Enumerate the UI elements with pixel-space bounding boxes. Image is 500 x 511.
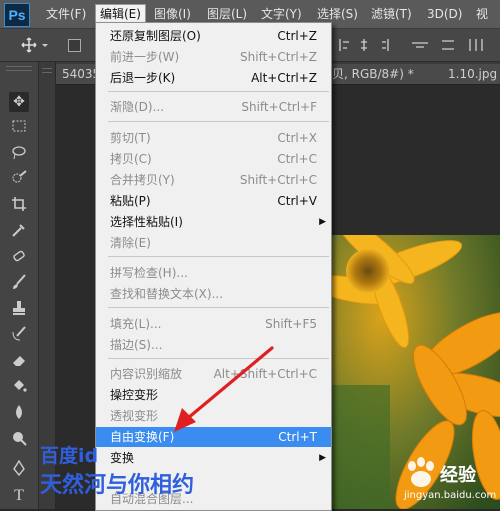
menu-3d[interactable]: 3D(D) xyxy=(423,5,466,24)
jingyan-url: jingyan.baidu.com xyxy=(404,490,497,501)
menu-item-undo[interactable]: 还原复制图层(O) Ctrl+Z xyxy=(96,26,331,46)
blur-tool-icon[interactable] xyxy=(9,404,29,424)
history-brush-tool-icon[interactable] xyxy=(9,326,29,346)
move-tool-icon[interactable] xyxy=(20,36,50,54)
lasso-tool-icon[interactable] xyxy=(9,144,29,164)
submenu-arrow-icon: ▶ xyxy=(319,453,326,463)
healing-brush-tool-icon[interactable] xyxy=(9,248,29,268)
menu-file[interactable]: 文件(F) xyxy=(42,5,90,24)
menu-item-paste[interactable]: 粘贴(P) Ctrl+V xyxy=(96,191,331,211)
tab-540357[interactable]: 540357 xyxy=(56,64,100,84)
type-tool-icon[interactable]: T xyxy=(9,486,29,506)
menu-separator xyxy=(108,121,329,122)
menu-item-paste-special[interactable]: 选择性粘贴(I) ▶ xyxy=(96,212,331,232)
menu-item-step-forward[interactable]: 前进一步(W) Shift+Ctrl+Z xyxy=(96,47,331,67)
menu-item-spell-check[interactable]: 拼写检查(H)... xyxy=(96,263,331,283)
menu-item-step-backward[interactable]: 后退一步(K) Alt+Ctrl+Z xyxy=(96,68,331,88)
brush-tool-icon[interactable] xyxy=(9,274,29,294)
eyedropper-tool-icon[interactable] xyxy=(9,222,29,242)
tools-panel: ✥ T xyxy=(0,62,39,509)
menu-item-copy[interactable]: 拷贝(C) Ctrl+C xyxy=(96,149,331,169)
menu-item-cut[interactable]: 剪切(T) Ctrl+X xyxy=(96,128,331,148)
clone-stamp-tool-icon[interactable] xyxy=(9,300,29,320)
jingyan-logo-text: 经验 xyxy=(440,465,476,486)
strip-grip[interactable] xyxy=(42,68,52,73)
watermark-line-1: 百度id xyxy=(40,445,99,467)
menu-item-fade[interactable]: 渐隐(D)... Shift+Ctrl+F xyxy=(96,97,331,117)
submenu-arrow-icon: ▶ xyxy=(319,217,326,227)
menu-item-fill[interactable]: 填充(L)... Shift+F5 xyxy=(96,314,331,334)
paint-bucket-tool-icon[interactable] xyxy=(9,378,29,398)
marquee-tool-icon[interactable] xyxy=(9,118,29,138)
menu-view[interactable]: 视 xyxy=(472,5,492,24)
menu-item-copy-merged[interactable]: 合并拷贝(Y) Shift+Ctrl+C xyxy=(96,170,331,190)
tab-1-10-jpg[interactable]: 1.10.jpg @ xyxy=(442,64,500,84)
watermark-line-2: 天然河与你相约 xyxy=(40,473,195,498)
auto-select-checkbox[interactable] xyxy=(68,39,81,52)
menu-item-clear[interactable]: 清除(E) xyxy=(96,233,331,253)
menu-separator xyxy=(108,307,329,308)
red-arrow-annotation xyxy=(174,346,274,432)
panel-grip[interactable] xyxy=(6,66,32,71)
eraser-tool-icon[interactable] xyxy=(9,352,29,372)
paw-icon xyxy=(408,457,434,487)
photoshop-logo: Ps xyxy=(4,3,30,27)
menu-separator xyxy=(108,91,329,92)
crop-tool-icon[interactable] xyxy=(9,196,29,216)
tab-current-document[interactable]: 贝, RGB/8#) * xyxy=(326,64,450,84)
pen-tool-icon[interactable] xyxy=(9,459,29,480)
baidu-jingyan-logo: 经验 jingyan.baidu.com xyxy=(402,455,498,507)
menu-separator xyxy=(108,256,329,257)
move-tool-icon[interactable]: ✥ xyxy=(9,92,29,112)
align-icons[interactable] xyxy=(336,37,496,53)
dodge-tool-icon[interactable] xyxy=(9,430,29,450)
menu-filter[interactable]: 滤镜(T) xyxy=(367,5,416,24)
menu-item-find-replace[interactable]: 查找和替换文本(X)... xyxy=(96,284,331,304)
quick-selection-tool-icon[interactable] xyxy=(9,170,29,190)
menu-item-transform[interactable]: 变换 ▶ xyxy=(96,448,331,468)
